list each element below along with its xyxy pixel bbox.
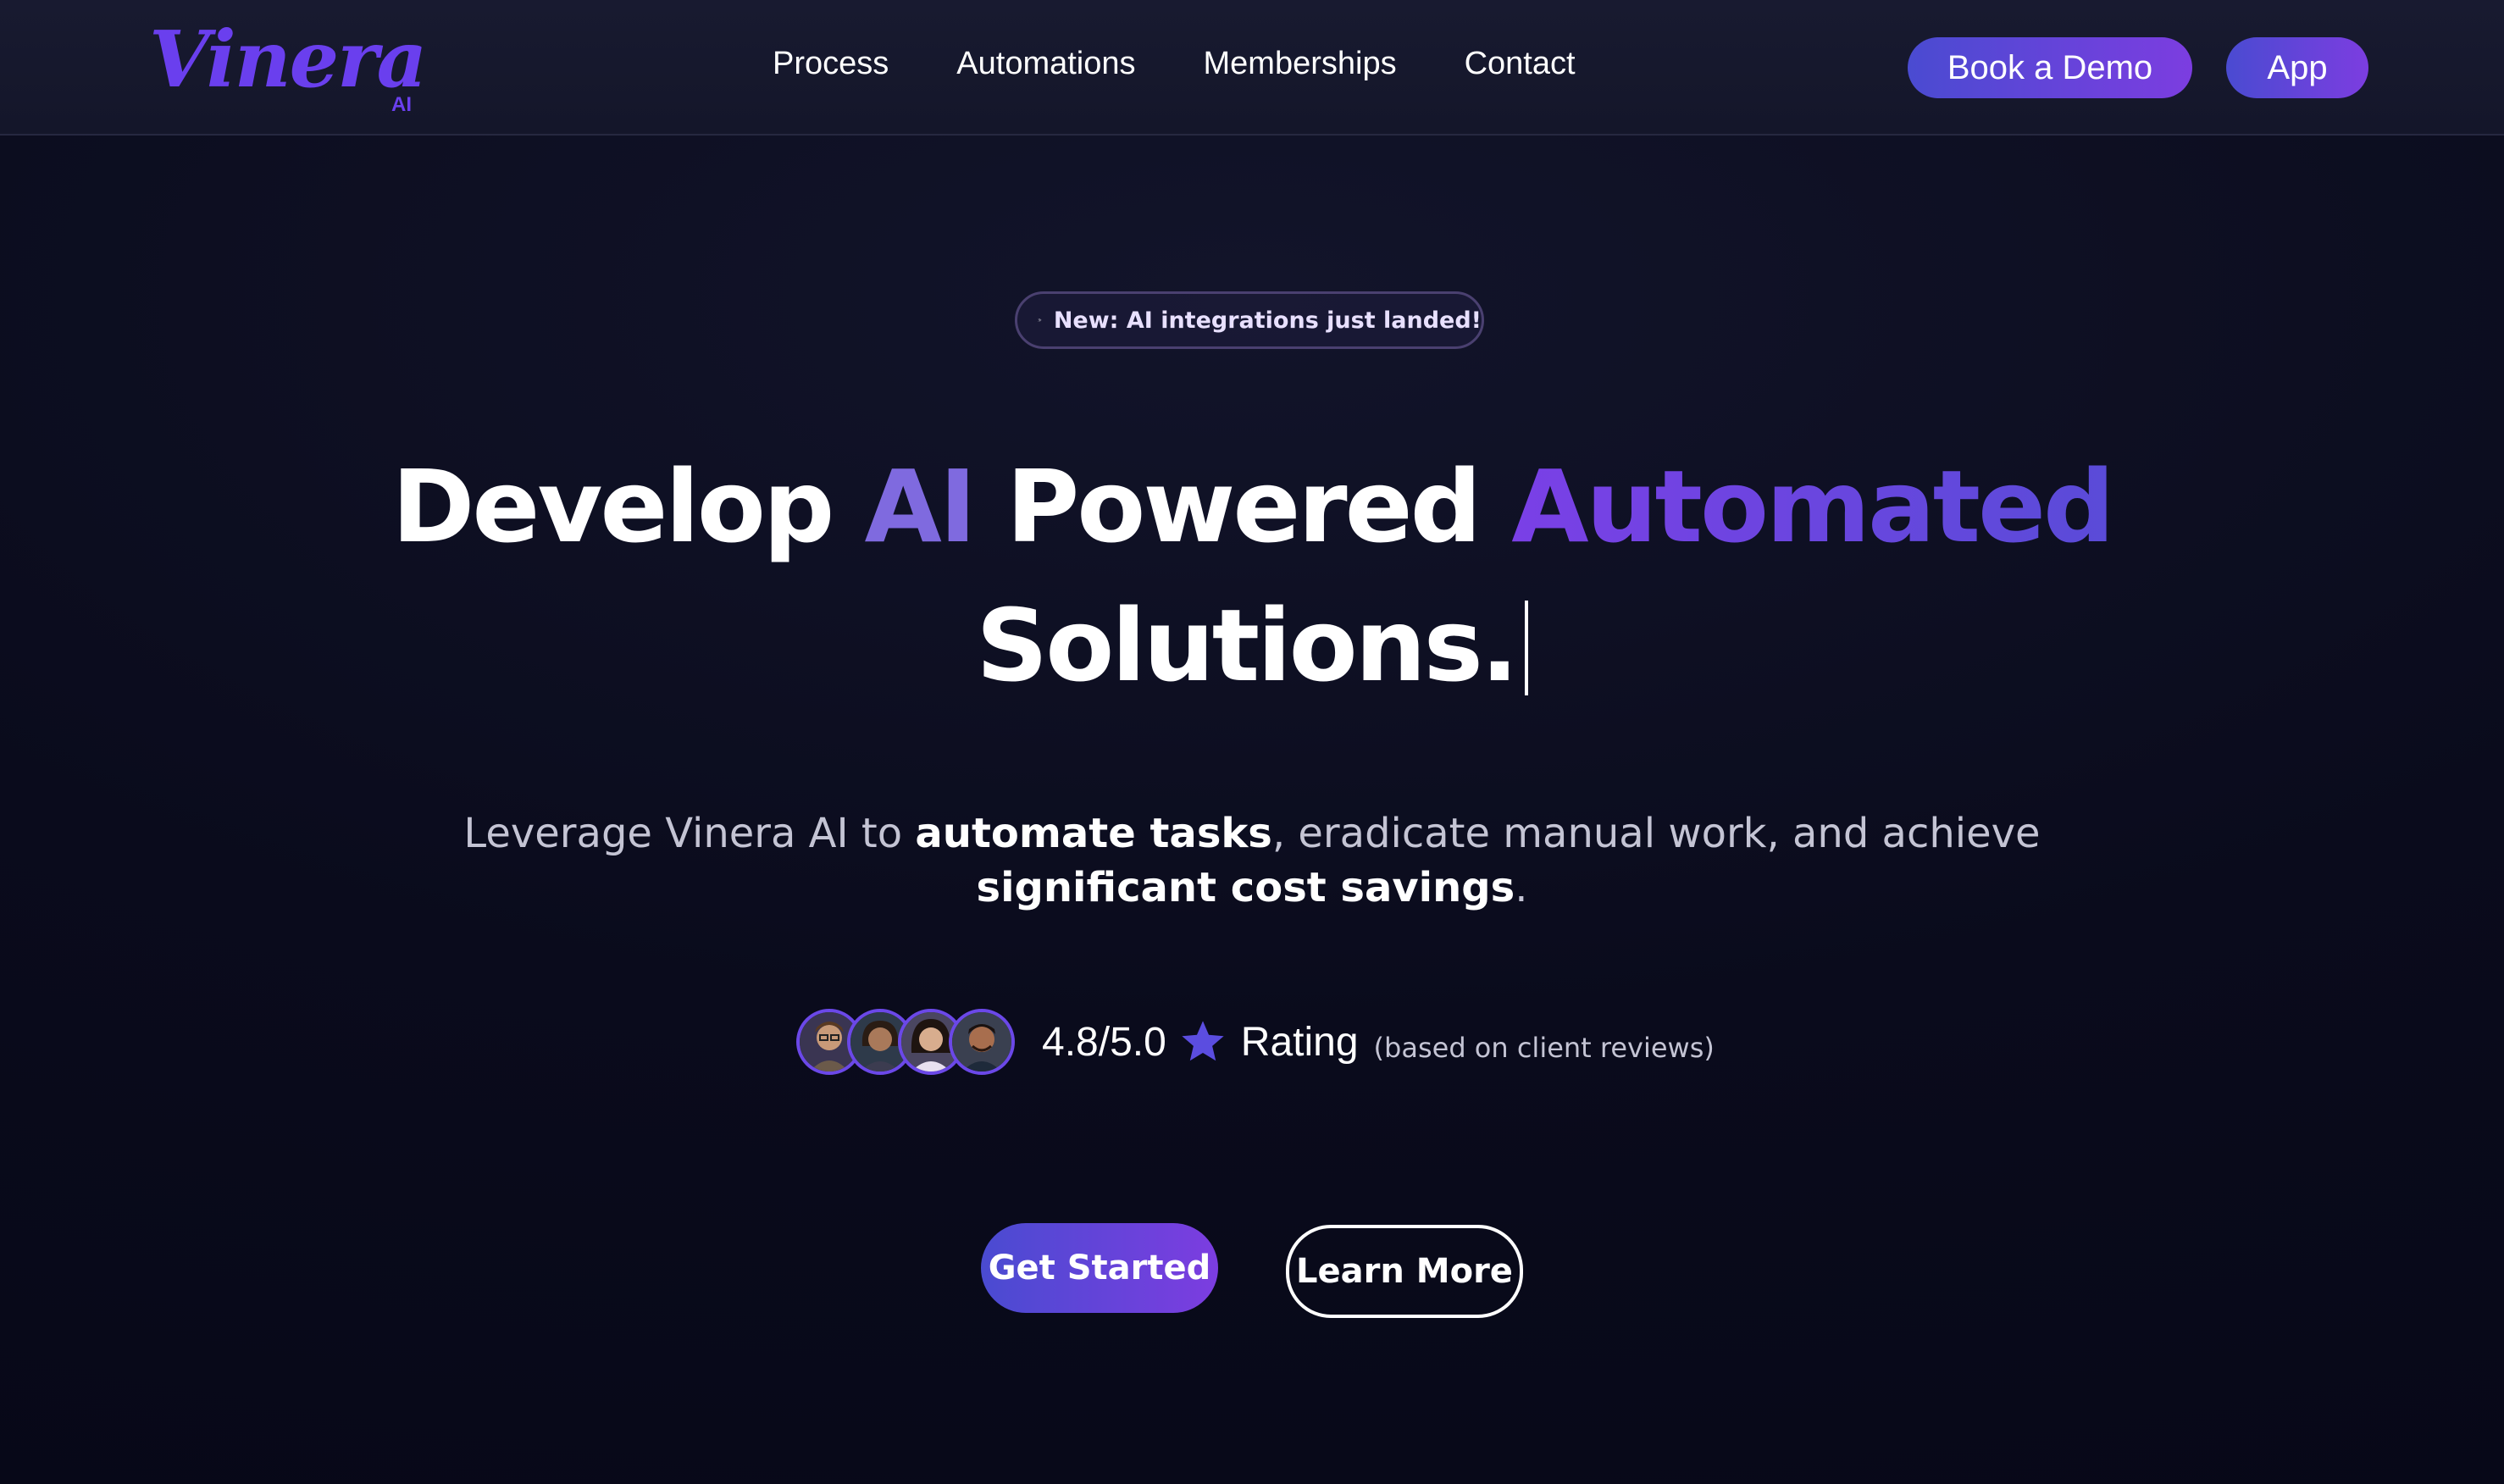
subtext-part-3: . xyxy=(1515,864,1528,911)
logo-ai-suffix: AI xyxy=(391,93,412,116)
avatar xyxy=(949,1009,1015,1075)
get-started-button[interactable]: Get Started xyxy=(981,1223,1218,1313)
rating-label: Rating xyxy=(1240,1019,1359,1065)
headline-word-solutions: Solutions. xyxy=(976,587,1518,704)
logo-wordmark: Vinera xyxy=(149,14,427,105)
nav-item-contact[interactable]: Contact xyxy=(1465,46,1576,82)
book-demo-button[interactable]: Book a Demo xyxy=(1908,37,2192,98)
announcement-badge[interactable]: New: AI integrations just landed! xyxy=(1015,291,1484,349)
typing-caret xyxy=(1524,601,1528,695)
subtext-bold-1: automate tasks xyxy=(915,810,1272,857)
headline-word-develop: Develop xyxy=(391,448,834,565)
headline-word-ai: AI xyxy=(864,448,977,565)
headline-word-powered: Powered xyxy=(1005,448,1482,565)
rating-note: (based on client reviews) xyxy=(1373,1032,1715,1064)
hero-subtext: Leverage Vinera AI to automate tasks, er… xyxy=(339,806,2165,915)
subtext-part-2: , eradicate manual work, and achieve xyxy=(1271,810,2041,857)
learn-more-button[interactable]: Learn More xyxy=(1286,1225,1523,1318)
subtext-bold-2: significant cost savings xyxy=(976,864,1515,911)
nav-item-memberships[interactable]: Memberships xyxy=(1204,46,1397,82)
announcement-text: New: AI integrations just landed! xyxy=(1053,307,1482,334)
headline-line-1: Develop AI Powered Automated xyxy=(0,437,2504,576)
star-icon xyxy=(1182,1021,1224,1061)
headline-word-automated: Automated xyxy=(1511,448,2114,565)
sparkle-icon xyxy=(1038,318,1042,322)
nav-item-automations[interactable]: Automations xyxy=(956,46,1135,82)
subtext-part-1: Leverage Vinera AI to xyxy=(463,810,916,857)
nav-item-process[interactable]: Process xyxy=(773,46,889,82)
main-nav: Process Automations Memberships Contact xyxy=(773,46,1576,82)
rating-score: 4.8/5.0 xyxy=(1042,1019,1166,1065)
brand-logo[interactable]: Vinera AI xyxy=(149,12,437,122)
top-navbar: Vinera AI Process Automations Membership… xyxy=(0,0,2504,136)
client-avatars xyxy=(796,1009,1015,1075)
hero-headline: Develop AI Powered Automated Solutions. xyxy=(0,437,2504,715)
headline-line-2: Solutions. xyxy=(0,576,2504,715)
app-button[interactable]: App xyxy=(2226,37,2368,98)
rating-row: 4.8/5.0 Rating (based on client reviews) xyxy=(796,1003,1715,1081)
